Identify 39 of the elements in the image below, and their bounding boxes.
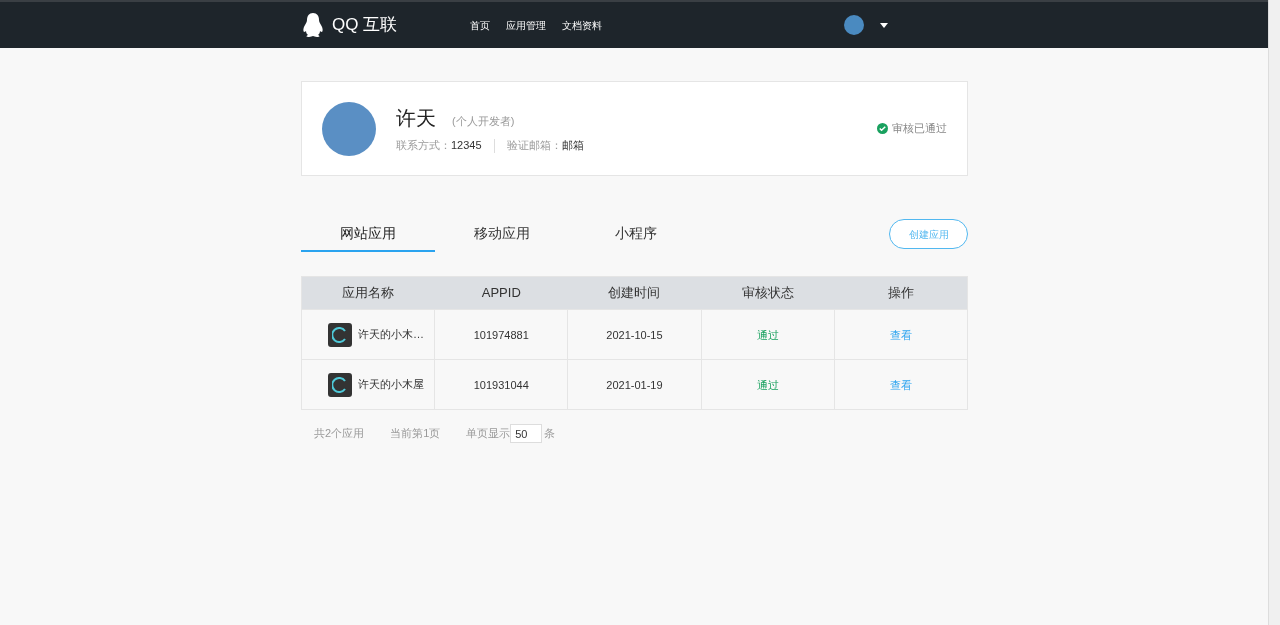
total-count: 共2个应用 bbox=[314, 426, 365, 442]
column-header: 审核状态 bbox=[701, 276, 835, 310]
contact-label: 联系方式： bbox=[396, 138, 451, 154]
logo-text: QQ 互联 bbox=[332, 14, 398, 37]
review-status: 审核已通过 bbox=[892, 121, 947, 137]
current-page: 当前第1页 bbox=[390, 426, 441, 442]
avatar-icon[interactable] bbox=[844, 15, 864, 35]
column-header: APPID bbox=[434, 276, 568, 310]
app-name: 许天的小木… bbox=[358, 327, 424, 343]
column-header: 操作 bbox=[834, 276, 968, 310]
email-value: 邮箱 bbox=[561, 138, 584, 154]
tab[interactable]: 小程序 bbox=[569, 216, 703, 252]
developer-name: 许天 bbox=[396, 106, 436, 132]
review-status: 通过 bbox=[756, 378, 779, 391]
column-header: 应用名称 bbox=[301, 276, 435, 310]
app-name: 许天的小木屋 bbox=[358, 377, 424, 393]
nav-link[interactable]: 应用管理 bbox=[506, 17, 546, 33]
page-size-unit: 条 bbox=[544, 426, 556, 442]
nav-link[interactable]: 文档资料 bbox=[562, 17, 602, 33]
page-size-field[interactable]: 50 bbox=[510, 424, 543, 443]
column-header: 创建时间 bbox=[567, 276, 702, 310]
created-date: 2021-10-15 bbox=[606, 328, 663, 341]
caret-icon[interactable] bbox=[880, 22, 888, 28]
review-status: 通过 bbox=[756, 328, 779, 341]
app-icon bbox=[328, 322, 352, 347]
app-icon bbox=[328, 372, 352, 397]
avatar-image bbox=[322, 101, 376, 156]
email-label: 验证邮箱： bbox=[506, 138, 562, 154]
app-id: 101931044 bbox=[473, 378, 529, 391]
tab[interactable]: 移动应用 bbox=[435, 216, 569, 252]
created-date: 2021-01-19 bbox=[606, 378, 663, 391]
nav-link[interactable]: 首页 bbox=[470, 17, 490, 33]
tab[interactable]: 网站应用 bbox=[301, 216, 435, 252]
check-badge-icon bbox=[877, 123, 888, 134]
page-size-label: 单页显示 bbox=[466, 426, 511, 442]
developer-type: (个人开发者) bbox=[452, 114, 515, 130]
contact-value: 12345 bbox=[451, 138, 482, 154]
penguin-logo-icon bbox=[302, 12, 324, 38]
app-id: 101974881 bbox=[473, 328, 529, 341]
